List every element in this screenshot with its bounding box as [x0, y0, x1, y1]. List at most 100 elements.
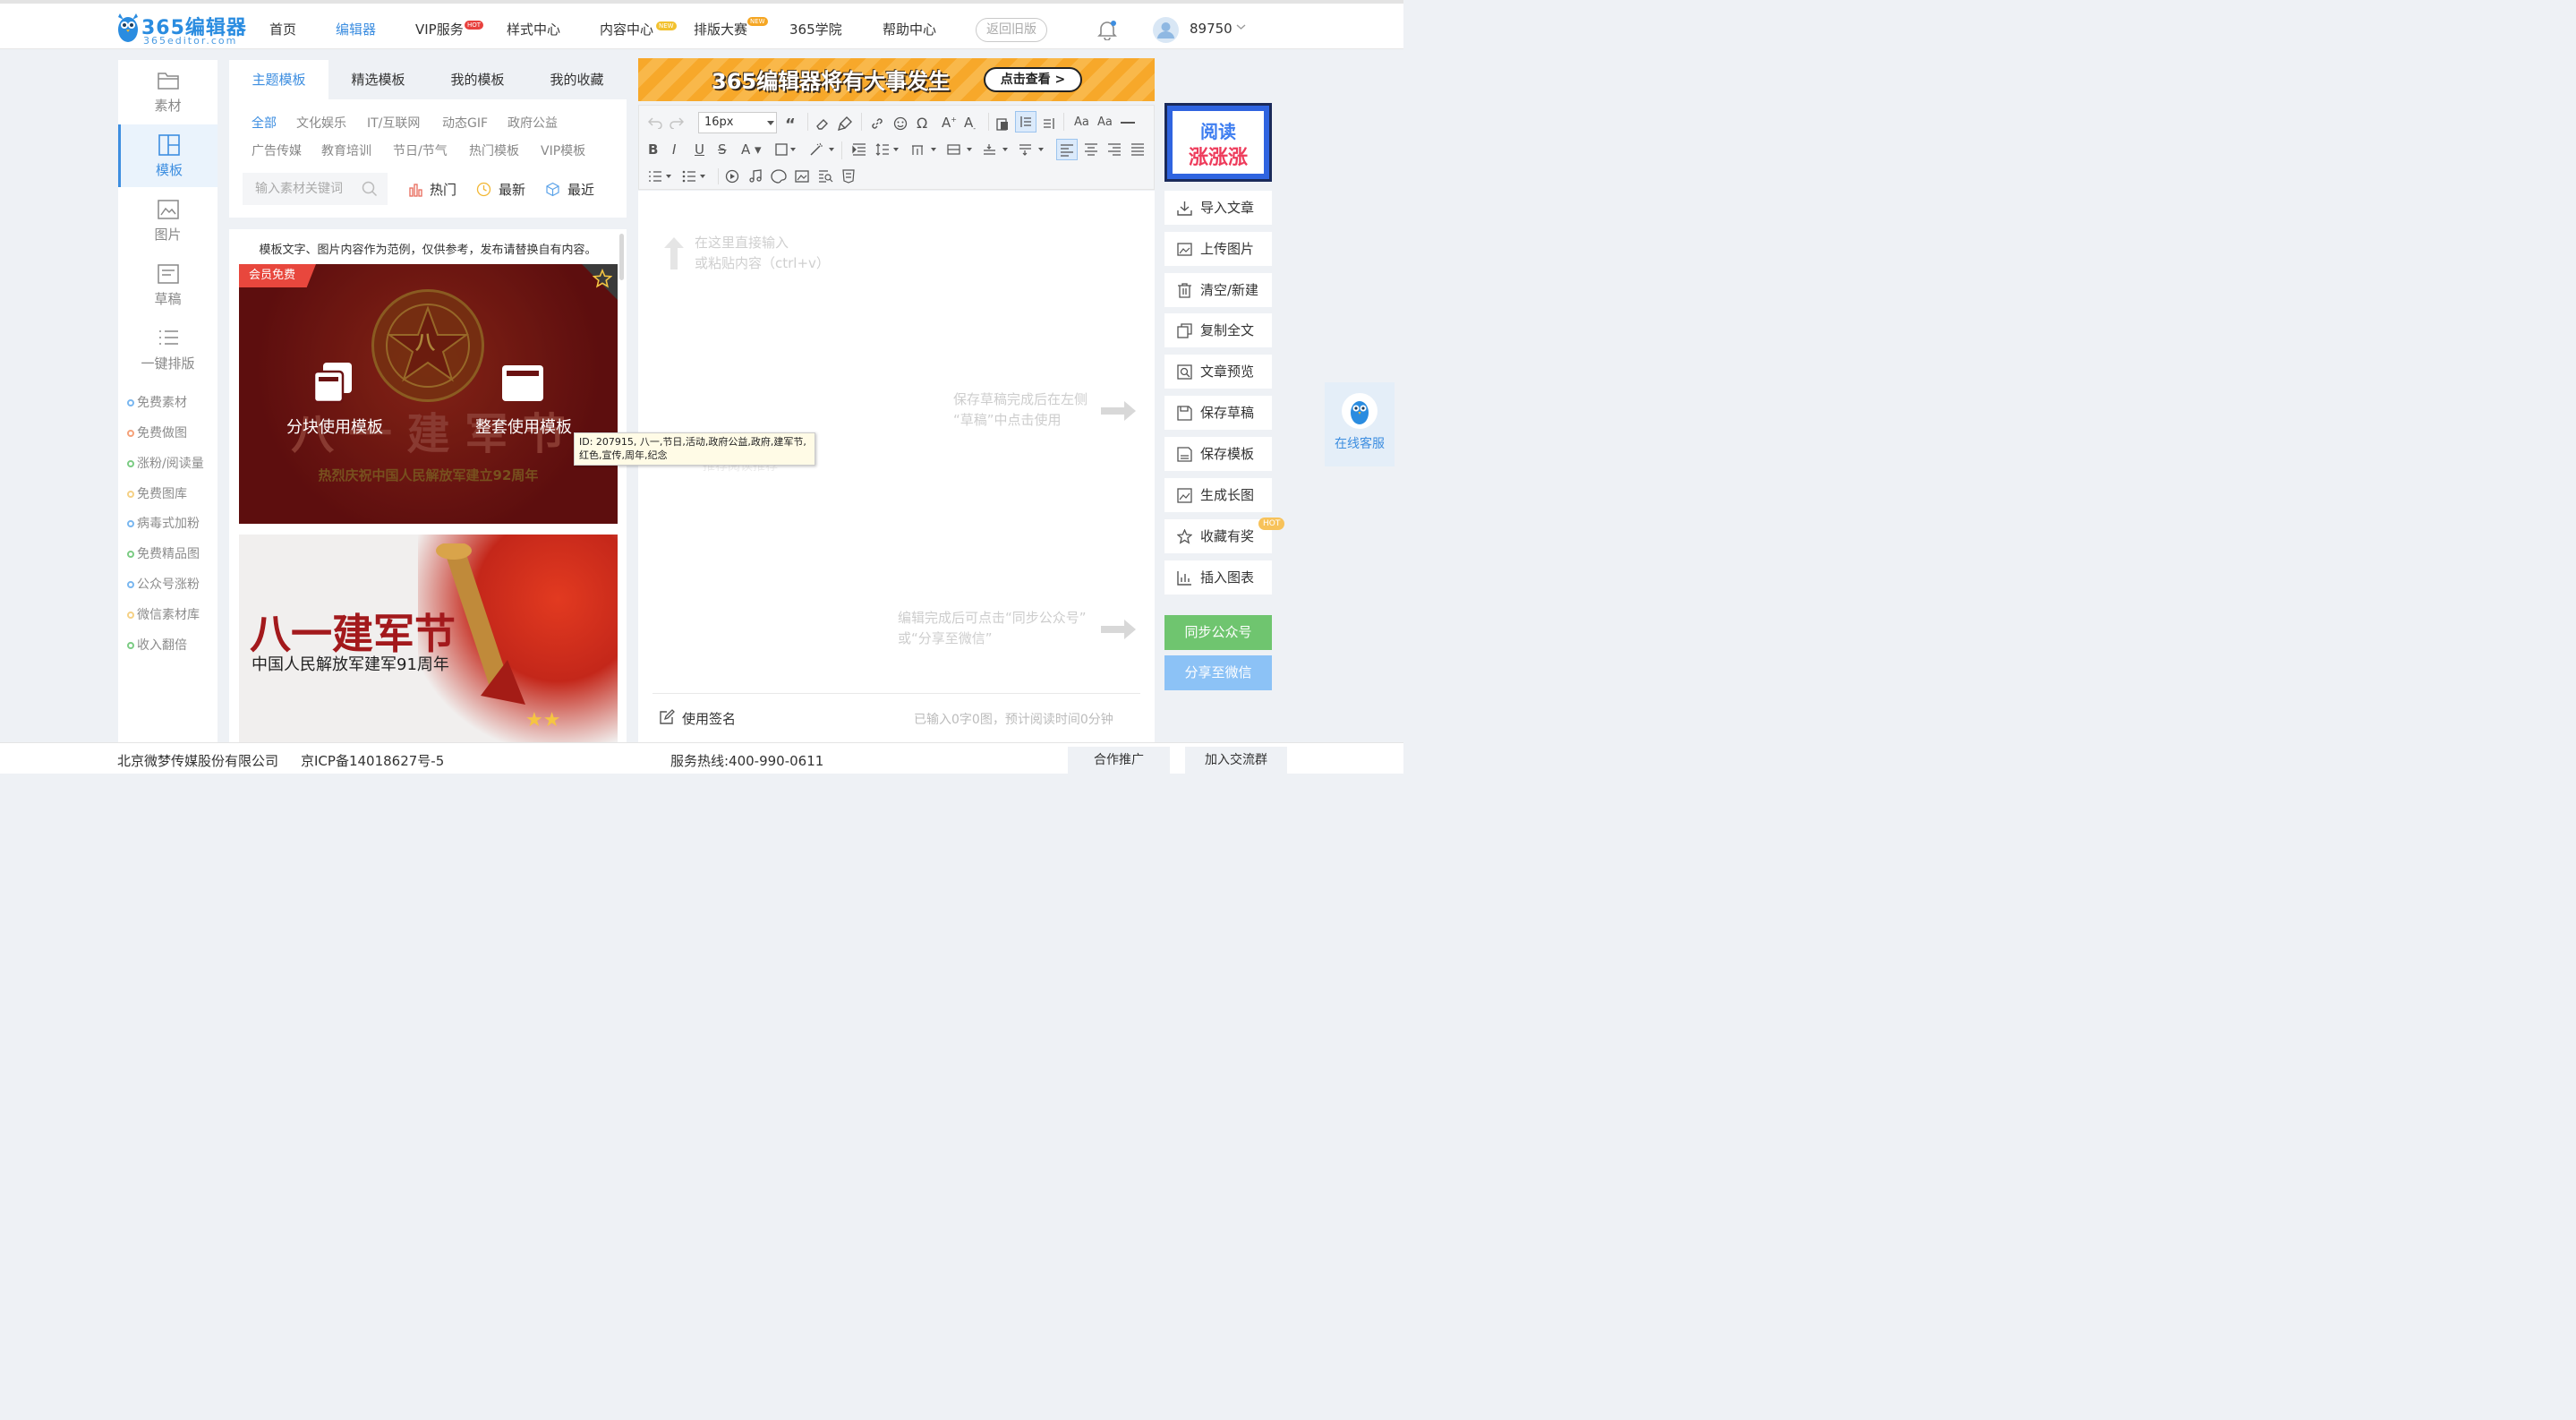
sidebar-item-draft[interactable]: 草稿 — [118, 253, 218, 316]
star-icon[interactable] — [593, 269, 612, 288]
use-block-template-button[interactable]: 分块使用模板 — [286, 415, 383, 438]
category-item[interactable]: IT/互联网 — [367, 114, 420, 132]
indent-right-icon[interactable] — [1042, 116, 1056, 131]
bold-icon[interactable]: B — [648, 141, 658, 158]
insert-chart-button[interactable]: 插入图表 — [1164, 560, 1272, 595]
sidebar-link[interactable]: 收入翻倍 — [127, 636, 187, 654]
redo-icon[interactable] — [670, 116, 684, 129]
chevron-down-icon[interactable] — [1236, 23, 1246, 30]
case-lower-icon[interactable]: Aa — [1097, 115, 1113, 129]
sidebar-link[interactable]: 免费图库 — [127, 484, 187, 502]
category-item[interactable]: 广告传媒 — [252, 141, 302, 159]
nav-editor[interactable]: 编辑器 — [336, 20, 376, 38]
category-item[interactable]: 政府公益 — [508, 114, 558, 132]
paste-icon[interactable] — [995, 116, 1010, 131]
save-template-button[interactable]: 保存模板 — [1164, 437, 1272, 471]
sidebar-link[interactable]: 微信素材库 — [127, 605, 200, 623]
justify-icon[interactable] — [1130, 143, 1145, 156]
sidebar-item-template[interactable]: 模板 — [118, 124, 218, 187]
category-item[interactable]: 文化娱乐 — [296, 114, 346, 132]
nav-content-center[interactable]: 内容中心 — [600, 20, 653, 38]
spacing-before-icon[interactable] — [983, 143, 1011, 156]
find-replace-icon[interactable] — [818, 169, 834, 184]
sidebar-item-image[interactable]: 图片 — [118, 189, 218, 252]
sidebar-item-one-click-layout[interactable]: 一键排版 — [118, 318, 218, 381]
sidebar-link[interactable]: 免费素材 — [127, 393, 187, 411]
underline-icon[interactable]: U — [695, 141, 704, 158]
full-template-icon[interactable] — [502, 365, 543, 401]
search-icon[interactable] — [362, 181, 378, 197]
bell-icon[interactable] — [1097, 19, 1117, 40]
ordered-list-icon[interactable] — [648, 170, 675, 183]
import-article-button[interactable]: 导入文章 — [1164, 191, 1272, 225]
sidebar-link[interactable]: 公众号涨粉 — [127, 575, 200, 593]
align-center-icon[interactable] — [1084, 143, 1098, 156]
use-full-template-button[interactable]: 整套使用模板 — [475, 415, 572, 438]
icp-number[interactable]: 京ICP备14018627号-5 — [301, 751, 444, 770]
copy-all-button[interactable]: 复制全文 — [1164, 313, 1272, 347]
scrollbar[interactable] — [619, 234, 624, 280]
old-version-button[interactable]: 返回旧版 — [976, 18, 1047, 42]
nav-vip[interactable]: VIP服务 — [415, 20, 464, 38]
join-group-button[interactable]: 加入交流群 — [1185, 747, 1287, 774]
tab-my-template[interactable]: 我的模板 — [428, 60, 527, 99]
palette-icon[interactable] — [771, 169, 787, 184]
promote-button[interactable]: 合作推广 — [1068, 747, 1170, 774]
unordered-list-icon[interactable] — [682, 170, 709, 183]
preview-button[interactable]: 文章预览 — [1164, 355, 1272, 389]
nav-help[interactable]: 帮助中心 — [883, 20, 936, 38]
nav-academy[interactable]: 365学院 — [789, 20, 842, 38]
italic-icon[interactable]: I — [672, 141, 676, 158]
quote-icon[interactable]: “ — [785, 115, 796, 134]
omega-icon[interactable]: Ω — [917, 115, 927, 132]
owl-logo-icon[interactable] — [116, 12, 140, 44]
category-item[interactable]: 节日/节气 — [393, 141, 448, 159]
emoji-icon[interactable] — [893, 116, 908, 131]
generate-long-image-button[interactable]: 生成长图 — [1164, 478, 1272, 512]
sidebar-link[interactable]: 免费做图 — [127, 423, 187, 441]
nav-contest[interactable]: 排版大赛 — [694, 20, 747, 38]
tab-my-favorites[interactable]: 我的收藏 — [527, 60, 627, 99]
avatar[interactable] — [1153, 17, 1179, 43]
html-icon[interactable] — [841, 169, 856, 184]
nav-home[interactable]: 首页 — [269, 20, 296, 38]
clear-new-button[interactable]: 清空/新建 — [1164, 273, 1272, 307]
category-item[interactable]: 动态GIF — [442, 114, 488, 132]
promo-banner[interactable]: 365编辑器将有大事发生 点击查看 > — [638, 58, 1155, 101]
use-signature-button[interactable]: 使用签名 — [682, 709, 736, 728]
sidebar-link[interactable]: 免费精品图 — [127, 544, 200, 562]
align-left-icon[interactable] — [1056, 139, 1078, 160]
sidebar-item-material[interactable]: 素材 — [118, 60, 218, 123]
indent-left-icon[interactable] — [1015, 111, 1036, 133]
link-icon[interactable] — [870, 116, 884, 131]
video-icon[interactable] — [725, 169, 739, 184]
undo-icon[interactable] — [648, 116, 662, 129]
nav-style-center[interactable]: 样式中心 — [507, 20, 560, 38]
sidebar-link[interactable]: 病毒式加粉 — [127, 514, 200, 532]
font-shrink-icon[interactable]: A- — [964, 115, 976, 133]
category-item[interactable]: 教育培训 — [321, 141, 371, 159]
eraser-icon[interactable] — [815, 116, 830, 131]
paragraph-spacing-icon[interactable] — [947, 143, 976, 156]
upload-image-button[interactable]: 上传图片 — [1164, 232, 1272, 266]
magic-icon[interactable] — [809, 142, 836, 157]
insert-image-icon[interactable] — [795, 169, 809, 184]
tab-selected-template[interactable]: 精选模板 — [328, 60, 428, 99]
line-height-icon[interactable] — [875, 143, 902, 156]
sort-latest[interactable]: 最新 — [499, 180, 525, 199]
save-draft-button[interactable]: 保存草稿 — [1164, 396, 1272, 430]
sort-hot[interactable]: 热门 — [430, 180, 456, 199]
share-wechat-button[interactable]: 分享至微信 — [1164, 655, 1272, 690]
font-size-select[interactable]: 16px — [698, 112, 777, 133]
category-all[interactable]: 全部 — [252, 114, 277, 132]
edit-icon[interactable] — [659, 709, 675, 725]
music-icon[interactable] — [748, 169, 763, 184]
editor-area[interactable]: 在这里直接输入 或粘贴内容（ctrl+v） 保存草稿完成后在左侧 “草稿”中点击… — [638, 191, 1155, 744]
online-service[interactable]: 在线客服 — [1325, 382, 1395, 466]
tab-theme-template[interactable]: 主题模板 — [229, 60, 328, 99]
ad-read-boost[interactable]: 阅读 涨涨涨 — [1164, 103, 1272, 182]
strikethrough-icon[interactable]: S — [718, 141, 727, 158]
letter-spacing-icon[interactable] — [911, 143, 940, 156]
category-item[interactable]: VIP模板 — [541, 141, 585, 159]
indent-icon[interactable] — [852, 143, 866, 156]
